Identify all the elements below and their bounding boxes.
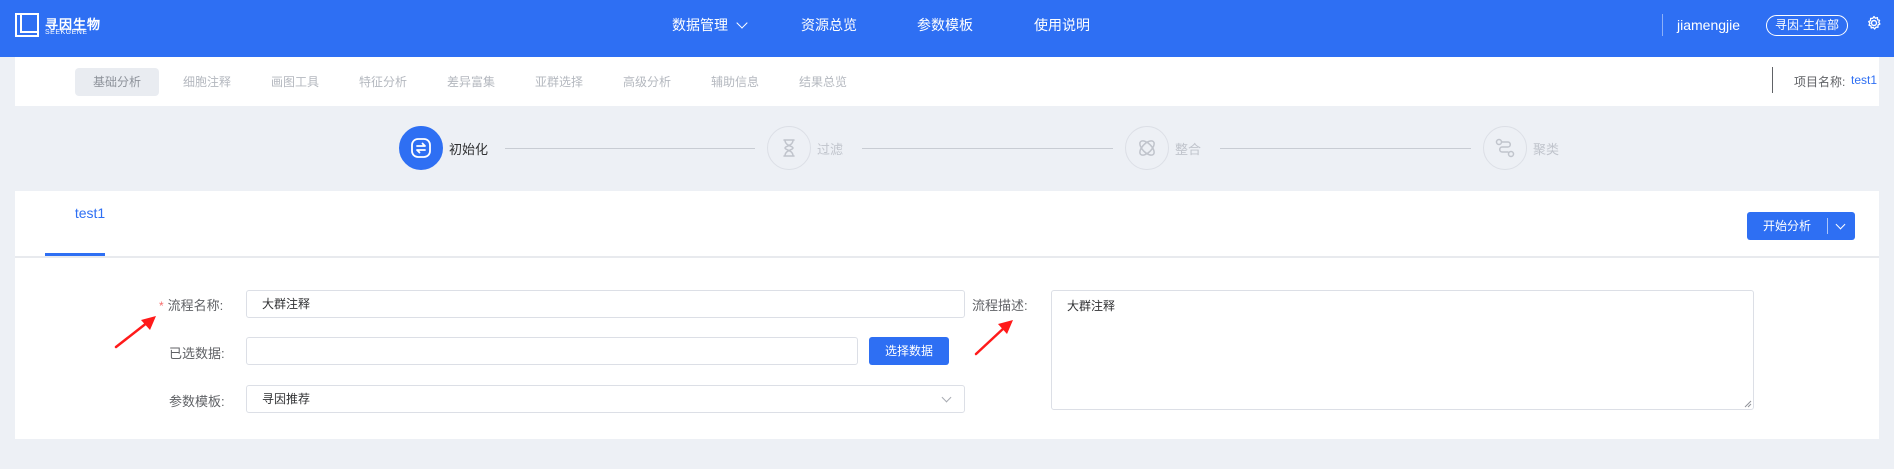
workflow-card: test1 开始分析 * 流程名称: 大群注释 已选数据: 选择数据 参数模板: … <box>15 191 1879 439</box>
subtab-feature-analysis[interactable]: 特征分析 <box>359 68 407 96</box>
subtab-subcluster[interactable]: 亚群选择 <box>535 68 583 96</box>
header-divider <box>1662 14 1663 36</box>
subtab-diff-enrichment[interactable]: 差异富集 <box>447 68 495 96</box>
step-filter-label: 过滤 <box>817 142 844 157</box>
step-init-label: 初始化 <box>449 142 489 157</box>
workflow-desc-textarea[interactable]: 大群注释 <box>1051 290 1754 410</box>
nav-parameter-templates[interactable]: 参数模板 <box>917 0 973 57</box>
tab-divider <box>15 256 1879 258</box>
param-template-select[interactable]: 寻因推荐 <box>246 385 965 413</box>
annotation-arrow-icon <box>974 320 1013 356</box>
workflow-name-label-text: 流程名称: <box>167 298 224 313</box>
chevron-down-icon <box>736 17 748 29</box>
nav-label: 参数模板 <box>917 17 973 33</box>
param-template-value: 寻因推荐 <box>262 392 311 406</box>
step-integrate-label: 整合 <box>1175 142 1202 157</box>
refresh-icon <box>411 138 431 158</box>
subtab-result-overview[interactable]: 结果总览 <box>799 68 847 96</box>
logo[interactable]: 寻因生物 SEEKGENE <box>15 11 105 43</box>
gear-icon[interactable] <box>1866 15 1882 31</box>
workflow-desc-value: 大群注释 <box>1067 299 1116 313</box>
nav-label: 数据管理 <box>672 17 728 33</box>
analysis-subtabs: 基础分析 细胞注释 画图工具 特征分析 差异富集 亚群选择 高级分析 辅助信息 … <box>15 57 1879 106</box>
select-data-button[interactable]: 选择数据 <box>869 337 949 365</box>
tab-test1[interactable]: test1 <box>60 191 120 256</box>
subtab-plot-tools[interactable]: 画图工具 <box>271 68 319 96</box>
step-init <box>399 126 443 170</box>
step-connector <box>505 148 755 149</box>
param-template-label: 参数模板: <box>169 394 225 409</box>
nav-label: 资源总览 <box>801 17 857 33</box>
step-connector <box>862 148 1113 149</box>
nav-label: 使用说明 <box>1034 17 1090 33</box>
required-asterisk: * <box>159 299 164 313</box>
hourglass-icon <box>783 139 795 157</box>
route-icon <box>1495 138 1515 158</box>
selected-data-input[interactable] <box>246 337 858 365</box>
step-cluster <box>1483 126 1527 170</box>
chevron-down-icon <box>1835 219 1846 230</box>
nav-data-management[interactable]: 数据管理 <box>672 0 748 57</box>
logo-text-en: SEEKGENE <box>45 29 88 36</box>
workflow-name-input[interactable]: 大群注释 <box>246 290 965 318</box>
workflow-desc-label: 流程描述: <box>972 298 1028 313</box>
start-analysis-button[interactable]: 开始分析 <box>1747 212 1827 240</box>
step-connector <box>1220 148 1471 149</box>
chevron-down-icon <box>941 392 952 403</box>
step-cluster-label: 聚类 <box>1533 142 1560 157</box>
subbar-divider <box>1772 67 1773 93</box>
annotation-arrow-icon <box>114 316 156 349</box>
nav-resource-overview[interactable]: 资源总览 <box>801 0 857 57</box>
start-analysis-dropdown[interactable] <box>1828 212 1855 240</box>
subtab-advanced-analysis[interactable]: 高级分析 <box>623 68 671 96</box>
top-navbar: 寻因生物 SEEKGENE 数据管理 资源总览 参数模板 使用说明 jiamen… <box>0 0 1894 57</box>
integrate-icon <box>1139 140 1155 156</box>
project-name-label: 项目名称: <box>1794 75 1846 89</box>
step-filter <box>767 126 811 170</box>
step-integrate <box>1125 126 1169 170</box>
subtab-auxiliary-info[interactable]: 辅助信息 <box>711 68 759 96</box>
subtab-basic-analysis[interactable]: 基础分析 <box>75 68 160 96</box>
workflow-name-label: * 流程名称: <box>159 295 223 314</box>
resize-grip-icon[interactable] <box>1744 400 1752 408</box>
logo-icon <box>15 13 39 37</box>
org-badge[interactable]: 寻因-生信部 <box>1766 15 1848 36</box>
start-analysis-button-group: 开始分析 <box>1747 212 1855 240</box>
username[interactable]: jiamengjie <box>1677 0 1740 50</box>
selected-data-label: 已选数据: <box>169 346 225 361</box>
subtab-cell-annotation[interactable]: 细胞注释 <box>183 68 231 96</box>
project-name-value: test1 <box>1851 73 1878 87</box>
nav-user-guide[interactable]: 使用说明 <box>1034 0 1090 57</box>
